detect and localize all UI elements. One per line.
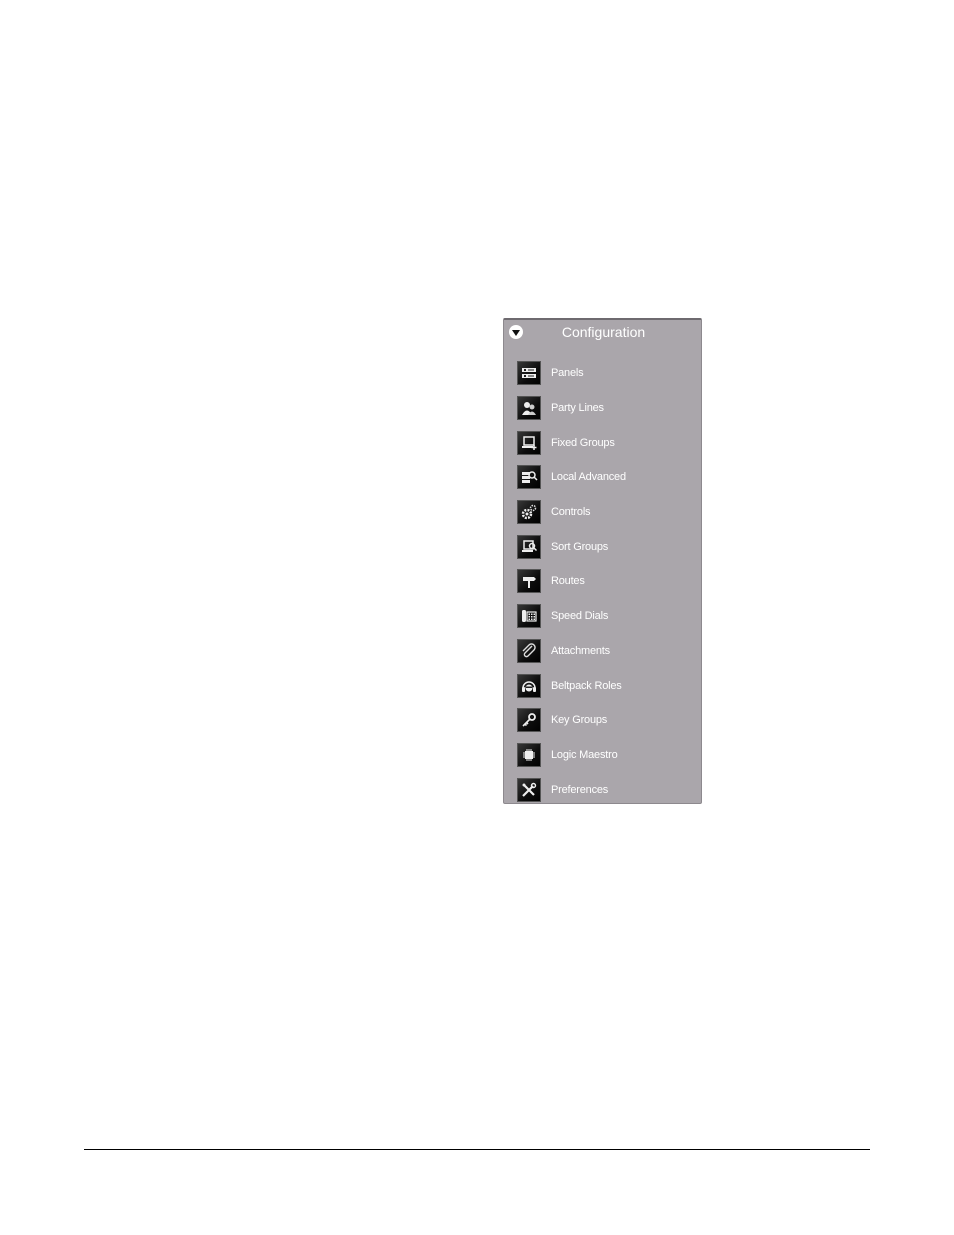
routes-icon	[517, 569, 541, 594]
party-lines-icon	[517, 396, 541, 421]
menu-item-fixed-groups[interactable]: Fixed Groups	[504, 425, 701, 460]
speed-dials-icon	[517, 604, 541, 629]
menu-list: Panels Party Lines Fixed Groups Local Ad…	[504, 356, 701, 807]
attachments-icon	[517, 638, 541, 663]
menu-item-label: Attachments	[551, 644, 610, 657]
menu-item-label: Key Groups	[551, 714, 608, 727]
menu-item-logic-maestro[interactable]: Logic Maestro	[504, 738, 701, 773]
fixed-groups-icon	[517, 430, 541, 455]
menu-item-local-advanced[interactable]: Local Advanced	[504, 460, 701, 495]
menu-item-label: Routes	[551, 575, 585, 588]
menu-item-label: Beltpack Roles	[551, 679, 622, 692]
preferences-icon	[517, 777, 541, 802]
logic-maestro-icon	[517, 742, 541, 767]
beltpack-roles-icon	[517, 673, 541, 698]
menu-item-key-groups[interactable]: Key Groups	[504, 703, 701, 738]
menu-item-label: Controls	[551, 506, 591, 519]
menu-item-preferences[interactable]: Preferences	[504, 772, 701, 807]
footer-rule	[84, 1149, 870, 1150]
menu-item-label: Speed Dials	[551, 610, 609, 623]
sort-groups-icon	[517, 534, 541, 559]
menu-item-panels[interactable]: Panels	[504, 356, 701, 391]
panel-header[interactable]: Configuration	[504, 320, 701, 346]
menu-item-label: Preferences	[551, 783, 609, 796]
menu-item-label: Sort Groups	[551, 540, 609, 553]
menu-item-label: Panels	[551, 367, 584, 380]
menu-item-party-lines[interactable]: Party Lines	[504, 391, 701, 426]
menu-item-label: Party Lines	[551, 402, 604, 415]
menu-item-controls[interactable]: Controls	[504, 495, 701, 530]
menu-item-label: Logic Maestro	[551, 748, 618, 761]
local-advanced-icon	[517, 465, 541, 490]
menu-item-attachments[interactable]: Attachments	[504, 634, 701, 669]
menu-item-sort-groups[interactable]: Sort Groups	[504, 529, 701, 564]
menu-item-routes[interactable]: Routes	[504, 564, 701, 599]
controls-icon	[517, 500, 541, 525]
configuration-panel: Configuration Panels Party Lines Fixed G…	[503, 318, 702, 804]
menu-item-speed-dials[interactable]: Speed Dials	[504, 599, 701, 634]
key-groups-icon	[517, 708, 541, 733]
panel-title: Configuration	[561, 324, 646, 340]
menu-item-label: Local Advanced	[551, 471, 626, 484]
menu-item-label: Fixed Groups	[551, 436, 615, 449]
panels-icon	[517, 361, 541, 386]
menu-item-beltpack-roles[interactable]: Beltpack Roles	[504, 668, 701, 703]
